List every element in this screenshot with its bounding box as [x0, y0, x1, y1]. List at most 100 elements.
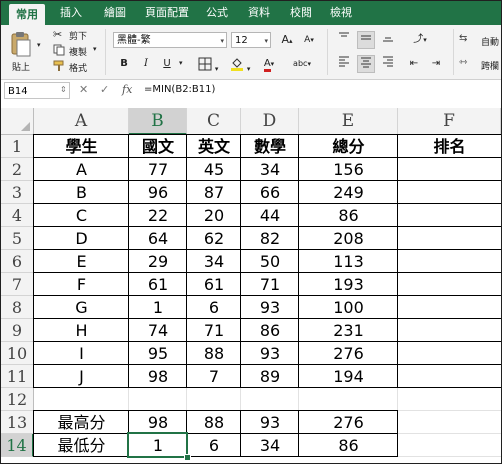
column-header[interactable]: B — [129, 108, 187, 135]
header-cell[interactable]: 數學 — [241, 135, 299, 158]
row-header[interactable]: 2 — [1, 158, 34, 181]
table-cell[interactable]: 20 — [187, 204, 241, 227]
table-cell[interactable]: F — [34, 273, 129, 296]
table-cell[interactable]: 208 — [299, 227, 398, 250]
name-box-dropdown-icon[interactable]: ⇕ — [60, 85, 67, 94]
table-cell[interactable] — [398, 319, 501, 342]
table-cell[interactable]: 87 — [187, 181, 241, 204]
copy-button[interactable]: 複製 ▾ — [53, 44, 103, 58]
table-cell[interactable] — [398, 273, 501, 296]
row-header[interactable]: 14 — [1, 434, 34, 457]
table-cell[interactable]: 44 — [241, 204, 299, 227]
table-cell[interactable]: 96 — [129, 181, 187, 204]
cancel-icon[interactable]: ✕ — [79, 83, 88, 96]
align-left-button[interactable] — [335, 55, 353, 73]
table-cell[interactable] — [398, 158, 501, 181]
table-cell[interactable]: 82 — [241, 227, 299, 250]
column-header[interactable]: E — [299, 108, 398, 135]
align-middle-button[interactable] — [357, 31, 375, 49]
table-cell[interactable]: 86 — [299, 434, 398, 457]
bold-button[interactable]: B — [115, 55, 133, 73]
formula-input[interactable]: =MIN(B2:B11) — [144, 84, 215, 95]
table-cell[interactable]: 50 — [241, 250, 299, 273]
row-header[interactable]: 7 — [1, 273, 34, 296]
phonetic-button[interactable]: abc▾ — [287, 55, 317, 73]
tab-view[interactable]: 檢視 — [321, 1, 361, 25]
format-painter-button[interactable]: 格式 — [53, 60, 103, 74]
tab-formulas[interactable]: 公式 — [199, 1, 235, 25]
header-cell[interactable]: 學生 — [34, 135, 129, 158]
table-cell[interactable]: 最低分 — [34, 434, 129, 457]
row-header[interactable]: 10 — [1, 342, 34, 365]
confirm-icon[interactable]: ✓ — [100, 83, 109, 96]
table-cell[interactable]: 34 — [241, 158, 299, 181]
table-cell[interactable]: 95 — [129, 342, 187, 365]
tab-page-layout[interactable]: 頁面配置 — [139, 1, 195, 25]
align-center-button[interactable] — [357, 55, 375, 73]
tab-data[interactable]: 資料 — [239, 1, 279, 25]
table-cell[interactable]: 88 — [187, 342, 241, 365]
table-cell[interactable]: 77 — [129, 158, 187, 181]
table-cell[interactable]: 71 — [241, 273, 299, 296]
decrease-font-button[interactable]: A▾ — [299, 31, 319, 49]
table-cell[interactable]: 93 — [241, 342, 299, 365]
table-cell[interactable] — [398, 250, 501, 273]
insert-function-button[interactable]: fx — [122, 83, 132, 96]
table-cell[interactable]: 6 — [187, 434, 241, 457]
table-cell[interactable]: 89 — [241, 365, 299, 388]
table-cell[interactable]: C — [34, 204, 129, 227]
row-header[interactable]: 12 — [1, 388, 34, 411]
table-cell[interactable]: 29 — [129, 250, 187, 273]
table-cell[interactable]: 66 — [241, 181, 299, 204]
copy-dropdown-icon[interactable]: ▾ — [93, 45, 97, 53]
table-cell[interactable]: 62 — [187, 227, 241, 250]
table-cell[interactable]: 100 — [299, 296, 398, 319]
increase-font-button[interactable]: A▴ — [277, 31, 297, 49]
table-cell[interactable]: 231 — [299, 319, 398, 342]
table-cell[interactable]: I — [34, 342, 129, 365]
tab-home[interactable]: 常用 — [9, 4, 45, 25]
row-header[interactable]: 8 — [1, 296, 34, 319]
table-cell[interactable]: D — [34, 227, 129, 250]
table-cell[interactable] — [398, 227, 501, 250]
table-cell[interactable]: 276 — [299, 342, 398, 365]
font-name-select[interactable]: 黑體-繁 ▾ — [113, 32, 227, 48]
table-cell[interactable]: 61 — [187, 273, 241, 296]
table-cell[interactable]: 98 — [129, 411, 187, 434]
row-header[interactable]: 9 — [1, 319, 34, 342]
merge-center-button[interactable]: ⇿ 跨欄 — [459, 57, 501, 73]
tab-draw[interactable]: 繪圖 — [95, 1, 135, 25]
wrap-text-button[interactable]: ⇆ 自動 — [459, 33, 501, 49]
worksheet-grid[interactable]: A B C D E F 1 2 3 4 5 6 7 8 9 10 11 12 13 14 學生 國文 英文 數學 總分 排名 A 77… — [1, 102, 501, 463]
header-cell[interactable]: 國文 — [129, 135, 187, 158]
table-cell[interactable]: 34 — [241, 434, 299, 457]
table-cell[interactable]: E — [34, 250, 129, 273]
table-cell[interactable]: J — [34, 365, 129, 388]
fill-color-button[interactable]: ▾ — [227, 55, 253, 73]
column-header[interactable]: A — [34, 108, 129, 135]
orientation-button[interactable]: ⤴▾ — [405, 31, 435, 49]
row-header[interactable]: 4 — [1, 204, 34, 227]
table-cell[interactable]: 86 — [241, 319, 299, 342]
table-cell[interactable]: 193 — [299, 273, 398, 296]
table-cell[interactable]: 34 — [187, 250, 241, 273]
table-cell[interactable]: 61 — [129, 273, 187, 296]
cut-button[interactable]: ✂ 剪下 — [53, 28, 103, 42]
table-cell[interactable]: 74 — [129, 319, 187, 342]
row-header[interactable]: 6 — [1, 250, 34, 273]
fill-handle[interactable] — [184, 454, 191, 461]
header-cell[interactable]: 排名 — [398, 135, 501, 158]
table-cell[interactable]: 276 — [299, 411, 398, 434]
table-cell[interactable]: 93 — [241, 411, 299, 434]
borders-button[interactable]: ▾ — [195, 55, 221, 73]
table-cell[interactable]: 7 — [187, 365, 241, 388]
increase-indent-button[interactable]: ⇥ — [427, 55, 445, 73]
row-header[interactable]: 5 — [1, 227, 34, 250]
table-cell[interactable]: 45 — [187, 158, 241, 181]
tab-insert[interactable]: 插入 — [51, 1, 91, 25]
table-cell[interactable] — [398, 204, 501, 227]
font-color-button[interactable]: A▾ — [257, 55, 281, 73]
decrease-indent-button[interactable]: ⇤ — [405, 55, 423, 73]
table-cell[interactable]: 最高分 — [34, 411, 129, 434]
table-cell[interactable]: 22 — [129, 204, 187, 227]
